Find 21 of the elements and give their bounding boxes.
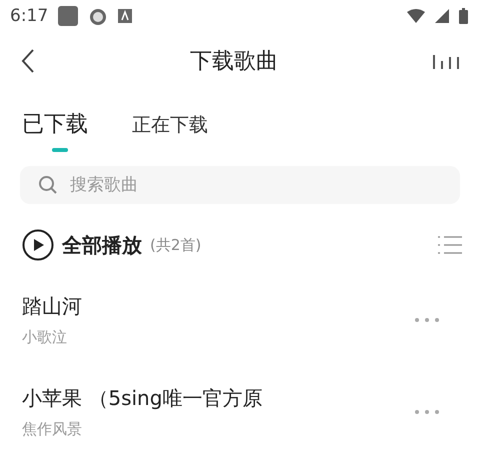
song-artist: 焦作风景: [22, 420, 83, 439]
song-title[interactable]: 小苹果 （5sing唯一官方原: [22, 385, 414, 412]
wifi-icon: [407, 9, 425, 23]
play-icon[interactable]: [22, 229, 54, 261]
battery-icon: [459, 8, 468, 24]
song-count: (共2首): [150, 236, 202, 254]
search-field[interactable]: 搜索歌曲: [20, 166, 460, 204]
tab[interactable]: 已下载: [22, 110, 88, 152]
song-artist: 小歌泣: [22, 328, 68, 347]
back-icon[interactable]: [20, 48, 36, 74]
status-time: 6:17: [10, 6, 48, 26]
song-title[interactable]: 踏山河: [22, 293, 414, 320]
play-all-label[interactable]: 全部播放: [62, 232, 142, 258]
tab[interactable]: 正在下载: [132, 110, 208, 152]
app-notification-icon: [58, 6, 78, 26]
keyboard-notification-icon: [118, 9, 132, 23]
signal-icon: [435, 9, 449, 23]
search-icon: [38, 175, 58, 195]
equalizer-icon[interactable]: [432, 53, 460, 69]
page-title: 下载歌曲: [189, 48, 279, 76]
list-icon[interactable]: [438, 235, 462, 255]
